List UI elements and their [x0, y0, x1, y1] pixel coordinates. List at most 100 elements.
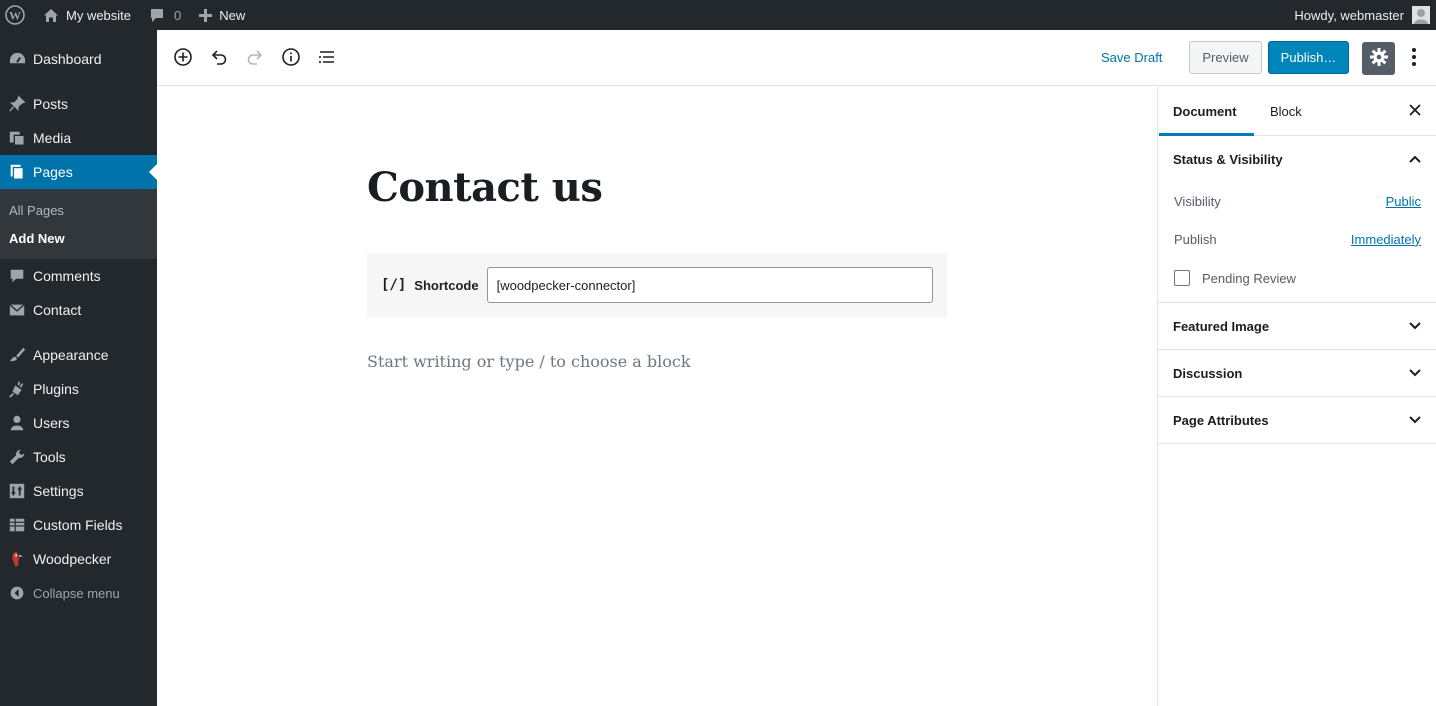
- dashboard-icon: [7, 49, 27, 69]
- close-sidebar-button[interactable]: [1406, 102, 1424, 120]
- publish-row: Publish Immediately: [1158, 220, 1436, 258]
- more-options-button[interactable]: [1404, 44, 1424, 72]
- publish-button[interactable]: Publish…: [1268, 41, 1349, 74]
- pending-review-row: Pending Review: [1158, 258, 1436, 298]
- menu-label: Comments: [33, 268, 101, 284]
- sliders-icon: [7, 481, 27, 501]
- menu-label: Users: [33, 415, 70, 431]
- tab-block[interactable]: Block: [1270, 86, 1302, 136]
- menu-label: Dashboard: [33, 51, 102, 67]
- menu-item-woodpecker[interactable]: Woodpecker: [0, 542, 157, 576]
- add-block-button[interactable]: [169, 44, 197, 72]
- shortcode-block[interactable]: [/] Shortcode: [367, 253, 947, 317]
- home-icon: [43, 8, 59, 23]
- menu-item-media[interactable]: Media: [0, 121, 157, 155]
- site-name-link[interactable]: My website: [33, 0, 139, 30]
- undo-icon: [209, 47, 229, 70]
- my-account[interactable]: Howdy, webmaster: [1294, 0, 1436, 30]
- table-icon: [7, 515, 27, 535]
- new-content-link[interactable]: New: [189, 0, 253, 30]
- save-draft-button[interactable]: Save Draft: [1101, 50, 1162, 65]
- menu-item-custom-fields[interactable]: Custom Fields: [0, 508, 157, 542]
- sidebar-tabs: Document Block: [1158, 86, 1436, 136]
- chevron-up-icon: [1406, 150, 1424, 168]
- chevron-down-icon: [1406, 317, 1424, 335]
- panel-status-visibility: Status & Visibility Visibility Public Pu…: [1158, 136, 1436, 303]
- panel-title: Featured Image: [1173, 318, 1270, 334]
- woodpecker-icon: [7, 549, 27, 569]
- wordpress-logo-icon[interactable]: W: [0, 0, 33, 30]
- info-button[interactable]: [277, 44, 305, 72]
- plug-icon: [7, 379, 27, 399]
- collapse-arrow-icon: [7, 583, 27, 603]
- shortcode-input[interactable]: [486, 267, 933, 303]
- settings-button[interactable]: [1362, 42, 1395, 75]
- redo-icon: [245, 47, 265, 70]
- pin-icon: [7, 94, 27, 114]
- pending-review-checkbox[interactable]: [1174, 270, 1190, 286]
- visibility-row: Visibility Public: [1158, 182, 1436, 220]
- menu-label: Media: [33, 130, 72, 146]
- comment-icon: [7, 266, 27, 286]
- shortcode-label: Shortcode: [414, 277, 479, 293]
- wrench-icon: [7, 447, 27, 467]
- menu-item-contact[interactable]: Contact: [0, 293, 157, 327]
- visibility-link[interactable]: Public: [1386, 194, 1421, 209]
- menu-item-comments[interactable]: Comments: [0, 259, 157, 293]
- media-icon: [7, 128, 27, 148]
- plus-icon: [199, 8, 213, 22]
- menu-label: Plugins: [33, 381, 79, 397]
- menu-label: Contact: [33, 302, 82, 318]
- panel-page-attributes: Page Attributes: [1158, 397, 1436, 444]
- panel-header-status-visibility[interactable]: Status & Visibility: [1158, 136, 1436, 182]
- menu-label: Pages: [33, 164, 73, 180]
- menu-item-settings[interactable]: Settings: [0, 474, 157, 508]
- admin-bar: W My website 0 New Howdy, webmaster: [0, 0, 1436, 30]
- list-icon: [317, 47, 337, 70]
- redo-button[interactable]: [241, 44, 269, 72]
- menu-item-users[interactable]: Users: [0, 406, 157, 440]
- menu-item-dashboard[interactable]: Dashboard: [0, 42, 157, 76]
- visibility-label: Visibility: [1174, 193, 1221, 209]
- menu-item-pages[interactable]: Pages: [0, 155, 157, 189]
- admin-menu: Dashboard Posts Media Pages All Pages Ad…: [0, 30, 157, 706]
- editor-canvas: Contact us [/] Shortcode Start writing o…: [157, 86, 1157, 706]
- collapse-label: Collapse menu: [33, 585, 120, 601]
- menu-item-appearance[interactable]: Appearance: [0, 338, 157, 372]
- menu-item-plugins[interactable]: Plugins: [0, 372, 157, 406]
- comments-link[interactable]: 0: [139, 0, 189, 30]
- panel-header-featured-image[interactable]: Featured Image: [1158, 303, 1436, 349]
- info-icon: [281, 47, 301, 70]
- avatar: [1412, 6, 1430, 24]
- submenu-all-pages[interactable]: All Pages: [0, 196, 157, 224]
- shortcode-icon: [/]: [381, 277, 407, 293]
- menu-label: Settings: [33, 483, 84, 499]
- menu-label: Tools: [33, 449, 66, 465]
- submenu-add-new[interactable]: Add New: [0, 224, 157, 252]
- publish-date-link[interactable]: Immediately: [1351, 232, 1421, 247]
- comments-count: 0: [174, 7, 182, 23]
- brush-icon: [7, 345, 27, 365]
- tab-document[interactable]: Document: [1173, 86, 1237, 136]
- comment-bubble-icon: [149, 8, 165, 23]
- menu-label: Posts: [33, 96, 69, 112]
- menu-item-posts[interactable]: Posts: [0, 87, 157, 121]
- menu-label: Custom Fields: [33, 517, 123, 533]
- panel-header-page-attributes[interactable]: Page Attributes: [1158, 397, 1436, 443]
- block-placeholder[interactable]: Start writing or type / to choose a bloc…: [367, 352, 691, 371]
- menu-item-tools[interactable]: Tools: [0, 440, 157, 474]
- undo-button[interactable]: [205, 44, 233, 72]
- publish-label: Publish: [1174, 231, 1217, 247]
- panel-featured-image: Featured Image: [1158, 303, 1436, 350]
- preview-button[interactable]: Preview: [1189, 41, 1262, 74]
- post-title[interactable]: Contact us: [367, 164, 603, 211]
- panel-title: Page Attributes: [1173, 412, 1269, 428]
- panel-header-discussion[interactable]: Discussion: [1158, 350, 1436, 396]
- panel-discussion: Discussion: [1158, 350, 1436, 397]
- block-navigation-button[interactable]: [313, 44, 341, 72]
- close-icon: [1409, 103, 1421, 119]
- new-label: New: [219, 7, 246, 23]
- vertical-ellipsis-icon: [1412, 47, 1416, 69]
- collapse-menu-button[interactable]: Collapse menu: [0, 576, 157, 610]
- svg-text:W: W: [9, 9, 21, 23]
